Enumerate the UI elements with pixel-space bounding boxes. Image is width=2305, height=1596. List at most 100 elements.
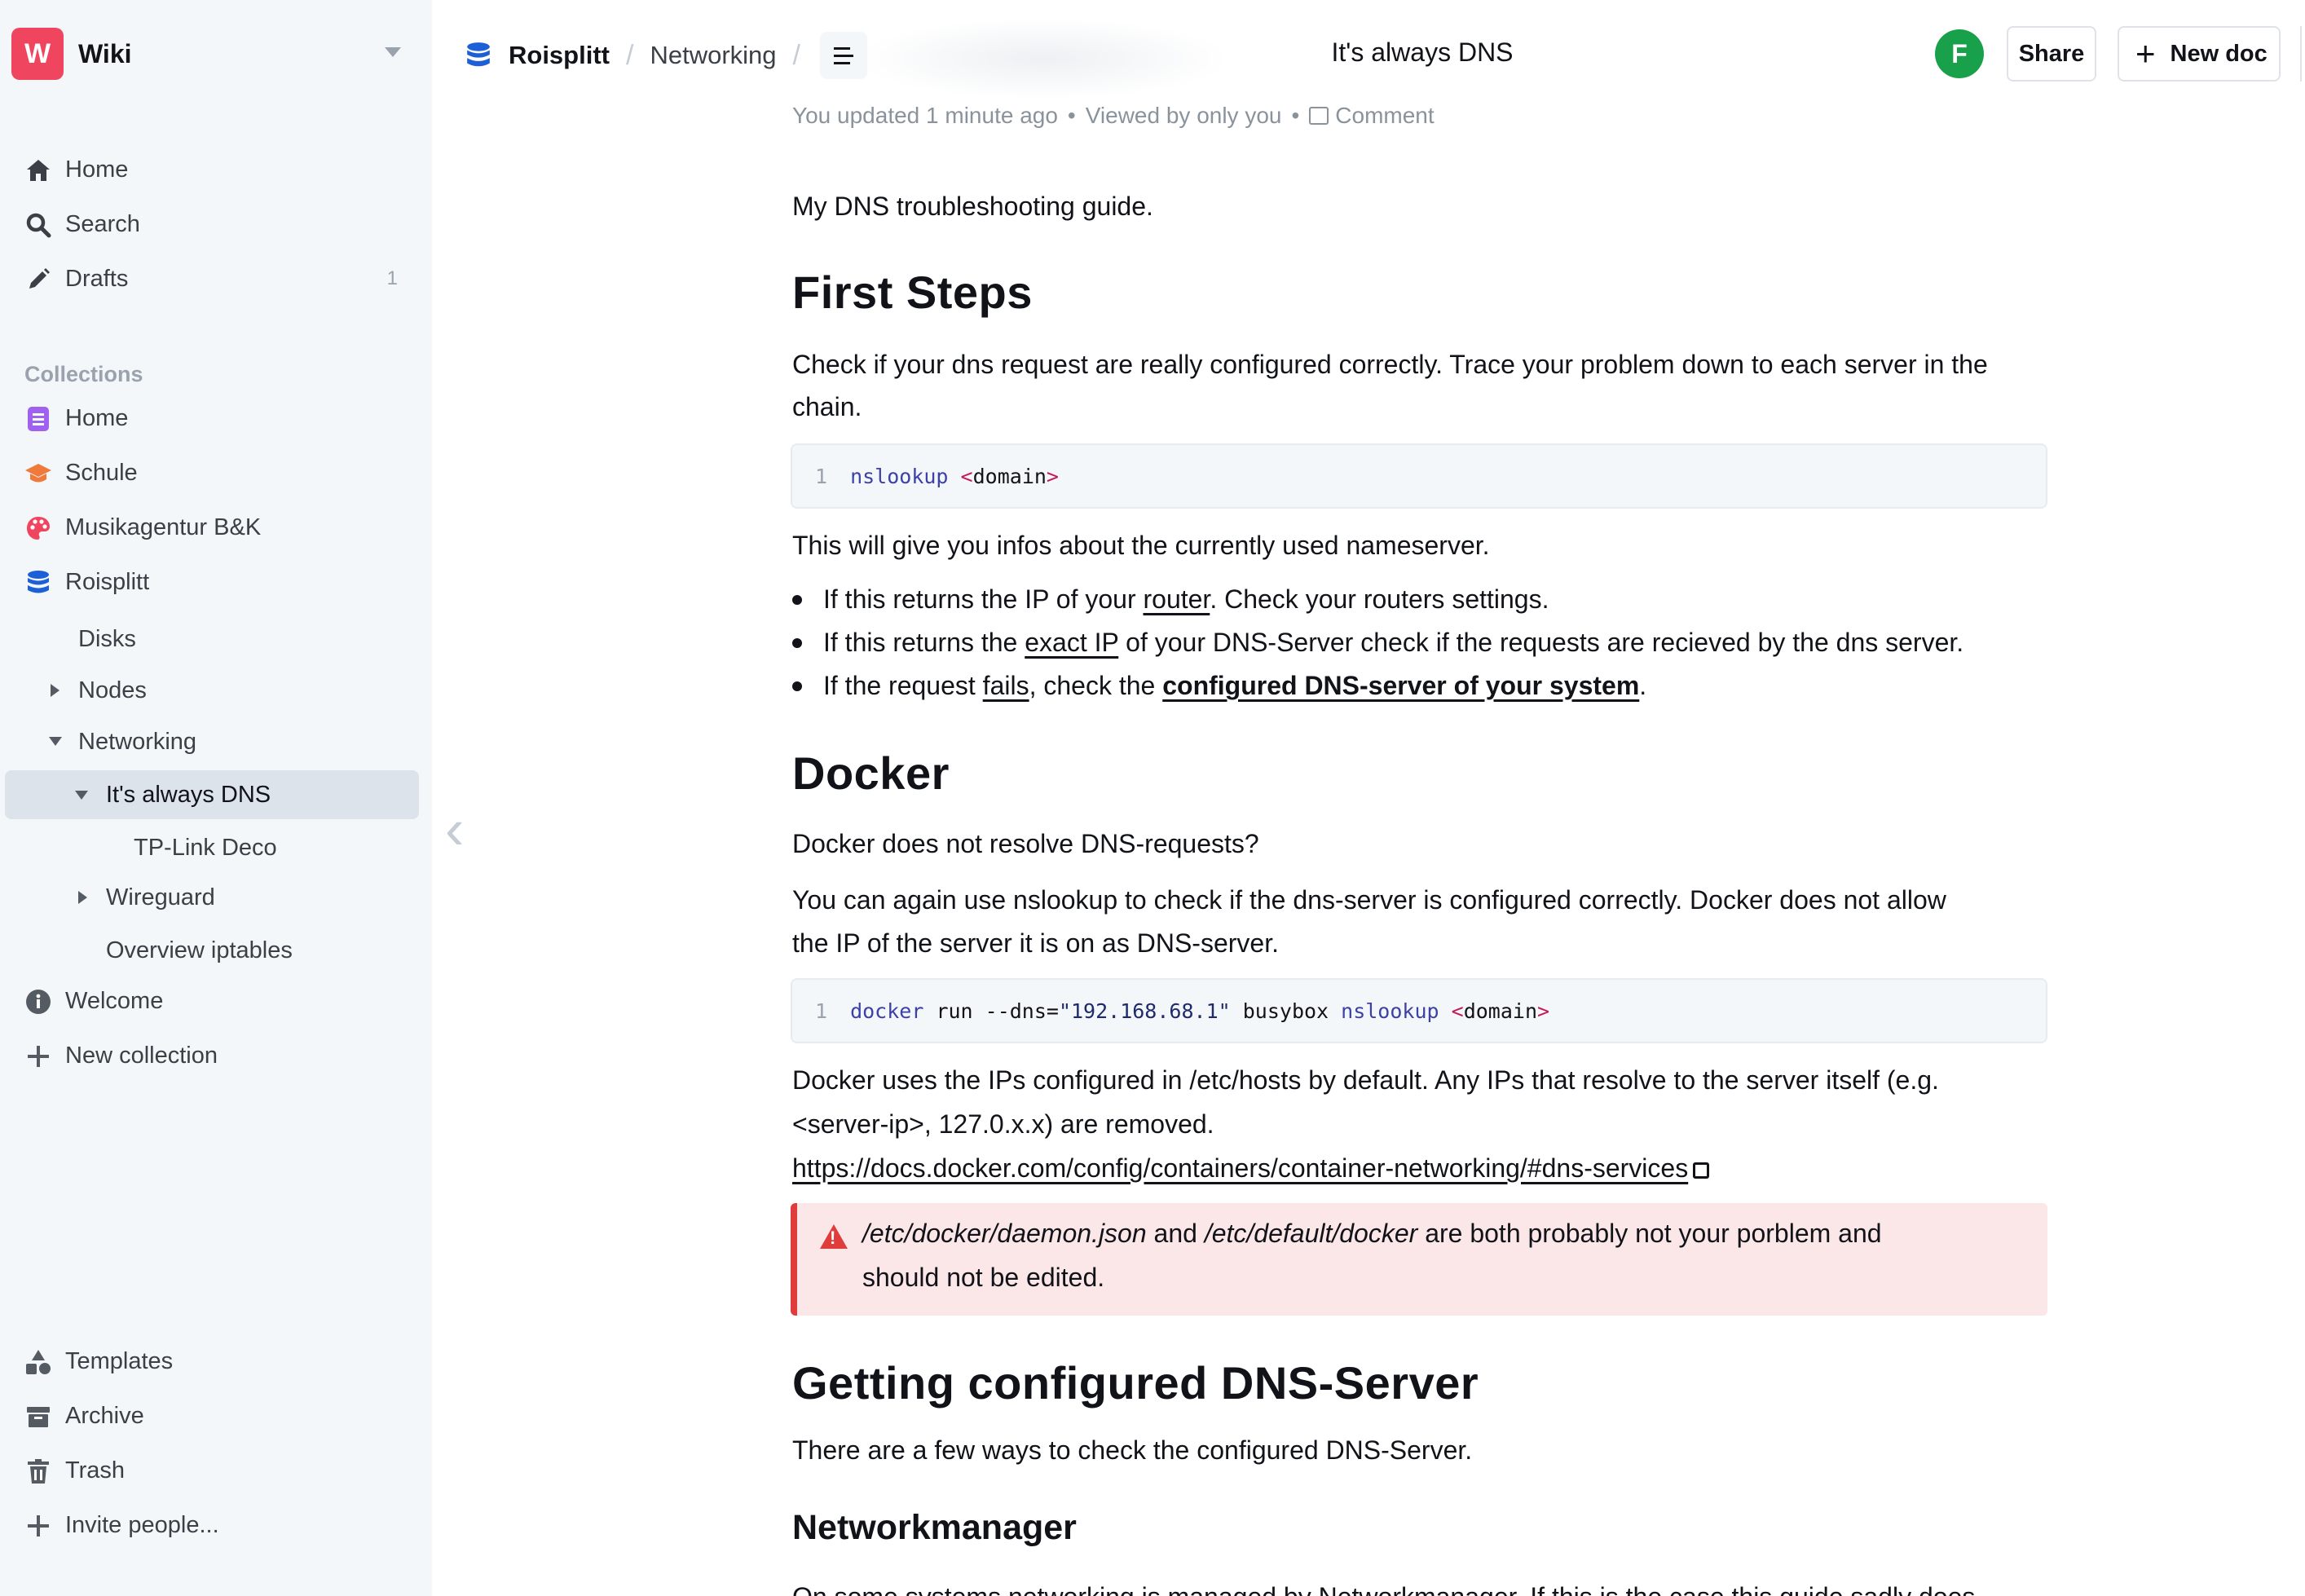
code-block-nslookup[interactable]: 1 nslookup < domain >	[791, 443, 2047, 509]
sidebar-item-home[interactable]: Home	[5, 145, 419, 194]
sidebar-item-label: Musikagentur B&K	[65, 514, 262, 540]
link-docker-docs[interactable]: https://docs.docker.com/config/container…	[792, 1153, 1688, 1183]
collection-roisplitt[interactable]: Roisplitt	[5, 558, 419, 606]
tree-item-label: TP-Link Deco	[134, 834, 277, 861]
team-name: Wiki	[78, 38, 132, 68]
tree-item-label: Overview iptables	[106, 937, 293, 963]
comment-icon	[1309, 107, 1329, 125]
document-meta: You updated 1 minute ago • Viewed by onl…	[792, 103, 1435, 129]
sidebar-item-search[interactable]: Search	[5, 200, 419, 249]
code-ip-string: "192.168.68.1"	[1058, 999, 1231, 1023]
sidebar: W Wiki Home Search Drafts 1 Collections …	[0, 0, 432, 1596]
notice-line2: should not be edited.	[862, 1263, 1105, 1292]
breadcrumb-networking[interactable]: Networking	[650, 41, 776, 70]
plus-icon: +	[2135, 34, 2156, 73]
chevron-down-icon[interactable]	[49, 737, 62, 746]
sidebar-item-label: Trash	[65, 1457, 126, 1484]
paragraph-check-line1: Check if your dns request are really con…	[792, 350, 1988, 379]
tree-item-its-always-dns[interactable]: It's always DNS	[5, 770, 419, 819]
team-logo: W	[11, 28, 64, 80]
tree-item-networking[interactable]: Networking	[78, 717, 196, 766]
intro-paragraph: My DNS troubleshooting guide.	[792, 192, 1153, 221]
collection-welcome[interactable]: Welcome	[5, 977, 419, 1025]
line-number: 1	[815, 464, 828, 488]
new-collection-button[interactable]: New collection	[5, 1031, 419, 1080]
collection-schule[interactable]: Schule	[5, 448, 419, 497]
tree-item-label: Networking	[78, 728, 197, 755]
external-link-icon	[1693, 1162, 1710, 1179]
docker-docs-link-row: https://docs.docker.com/config/container…	[792, 1146, 1710, 1190]
sidebar-item-label: Search	[65, 210, 140, 237]
chevron-down-icon[interactable]	[75, 791, 88, 800]
shapes-icon	[24, 1348, 52, 1376]
home-icon	[24, 157, 52, 184]
new-doc-button[interactable]: + New doc	[2118, 26, 2281, 82]
header-overflow-edge	[2300, 26, 2305, 82]
paragraph-docker-again-line2: the IP of the server it is on as DNS-ser…	[792, 928, 1279, 958]
tree-item-nodes[interactable]: Nodes	[78, 666, 147, 715]
code-arg: domain	[1463, 999, 1538, 1023]
pencil-icon	[24, 266, 52, 293]
paragraph-hosts-line1: Docker uses the IPs configured in /etc/h…	[792, 1065, 1939, 1095]
breadcrumb: Roisplitt / Networking /	[465, 31, 867, 80]
paragraph-nameserver: This will give you infos about the curre…	[792, 531, 1490, 560]
new-doc-label: New doc	[2170, 40, 2268, 67]
sidebar-item-invite-people[interactable]: Invite people...	[5, 1501, 419, 1550]
paragraph-networkmanager: On some systems networking is managed by…	[792, 1575, 1975, 1596]
paragraph-hosts-line2: <server-ip>, 127.0.x.x) are removed.	[792, 1109, 1214, 1139]
sidebar-item-label: Schule	[65, 459, 138, 486]
tree-item-tp-link-deco[interactable]: TP-Link Deco	[134, 823, 277, 872]
link-fails[interactable]: fails	[983, 671, 1029, 700]
sidebar-item-label: Home	[65, 156, 129, 183]
tree-item-overview-iptables[interactable]: Overview iptables	[106, 926, 293, 975]
sidebar-item-drafts[interactable]: Drafts 1	[5, 254, 419, 303]
code-bracket: >	[1537, 999, 1550, 1023]
avatar[interactable]: F	[1935, 29, 1984, 78]
plus-icon	[24, 1043, 52, 1070]
header-blur	[856, 18, 1231, 99]
chevron-down-icon[interactable]	[385, 47, 401, 57]
meta-dot: •	[1067, 103, 1076, 128]
code-block-docker[interactable]: 1 docker run --dns= "192.168.68.1" busybo…	[791, 978, 2047, 1043]
trash-icon	[24, 1457, 52, 1485]
database-icon	[24, 569, 52, 597]
sidebar-item-archive[interactable]: Archive	[5, 1391, 419, 1440]
notice-path-daemon: /etc/docker/daemon.json	[862, 1219, 1147, 1248]
link-configured-dns-server[interactable]: configured DNS-server of your system	[1162, 671, 1639, 700]
code-run: run --dns=	[936, 999, 1059, 1023]
comment-link[interactable]: Comment	[1335, 103, 1434, 129]
tree-item-label: Nodes	[78, 677, 147, 703]
tree-item-label: Disks	[78, 625, 136, 652]
sidebar-collapse-handle[interactable]: ‹	[445, 800, 469, 858]
chevron-right-icon[interactable]	[51, 684, 59, 697]
breadcrumb-separator: /	[792, 39, 800, 71]
collection-musikagentur[interactable]: Musikagentur B&K	[5, 503, 419, 552]
sidebar-item-label: Home	[65, 404, 129, 431]
sidebar-item-templates[interactable]: Templates	[5, 1337, 419, 1386]
heading-getting-configured-dns: Getting configured DNS-Server	[792, 1357, 1479, 1409]
tree-item-wireguard[interactable]: Wireguard	[106, 873, 215, 922]
breadcrumb-roisplitt[interactable]: Roisplitt	[509, 41, 610, 70]
table-of-contents-button[interactable]	[819, 32, 867, 79]
line-number: 1	[815, 999, 828, 1023]
team-switcher[interactable]: W Wiki	[11, 28, 411, 80]
link-exact-ip[interactable]: exact IP	[1025, 628, 1118, 657]
sidebar-item-label: Drafts	[65, 265, 129, 292]
contents-icon	[833, 42, 853, 69]
tree-item-disks[interactable]: Disks	[78, 615, 136, 664]
sidebar-item-label: Roisplitt	[65, 568, 150, 595]
sidebar-item-label: Archive	[65, 1402, 144, 1429]
notice-path-default: /etc/default/docker	[1204, 1219, 1418, 1248]
share-button[interactable]: Share	[2007, 26, 2096, 82]
sidebar-item-trash[interactable]: Trash	[5, 1446, 419, 1495]
chevron-right-icon[interactable]	[78, 891, 87, 904]
warning-icon	[820, 1224, 848, 1249]
collection-home[interactable]: Home	[5, 394, 419, 443]
drafts-count-badge: 1	[386, 267, 398, 289]
meta-viewed[interactable]: Viewed by only you	[1086, 103, 1282, 129]
link-router[interactable]: router	[1143, 584, 1210, 614]
paragraph-docker-resolve: Docker does not resolve DNS-requests?	[792, 829, 1259, 858]
clipboard-icon	[24, 405, 52, 433]
paragraph-docker-again-line1: You can again use nslookup to check if t…	[792, 885, 1946, 915]
paragraph-check-line2: chain.	[792, 392, 862, 421]
